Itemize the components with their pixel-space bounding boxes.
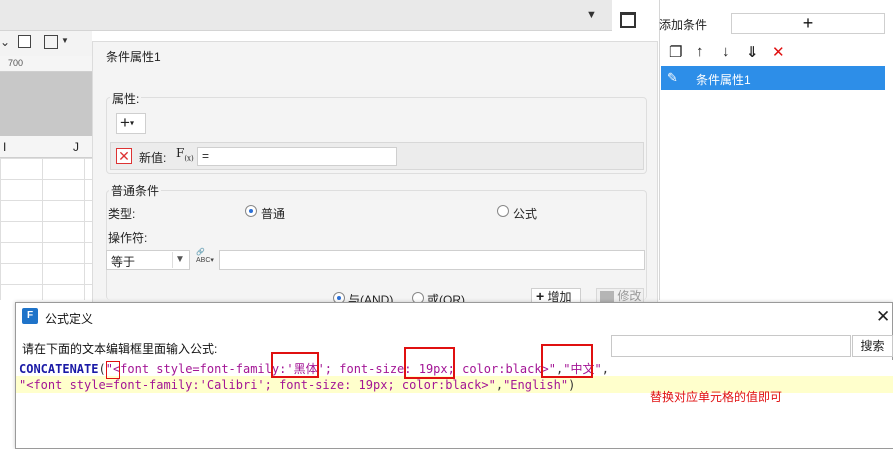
arrow-down-icon[interactable]: ↓ bbox=[722, 43, 730, 60]
border-icon[interactable] bbox=[44, 35, 58, 49]
condition-item-label: 条件属性1 bbox=[696, 73, 751, 87]
formula-line-2[interactable]: "<font style=font-family:'Calibri'; font… bbox=[19, 377, 575, 393]
add-condition-button[interactable]: + bbox=[731, 13, 885, 34]
highlight-box-paren bbox=[106, 361, 120, 379]
dialog-prompt: 请在下面的文本编辑框里面输入公式: bbox=[22, 342, 218, 356]
add-attribute-button[interactable]: +▾ bbox=[116, 113, 146, 134]
panel-toolbar bbox=[612, 0, 660, 40]
panel-title: 条件属性1 bbox=[106, 50, 161, 64]
modify-button-label: 修改 bbox=[617, 289, 642, 303]
text-value: "English" bbox=[503, 378, 569, 392]
new-value-label: 新值: bbox=[139, 151, 167, 165]
operator-select[interactable]: 等于 ▼ bbox=[106, 250, 190, 270]
column-header: I J bbox=[0, 136, 92, 158]
annotation-note: 替换对应单元格的值即可 bbox=[650, 390, 783, 404]
open-paren: ( bbox=[98, 362, 106, 376]
editor-top-bar bbox=[0, 0, 612, 31]
highlight-box-font-size bbox=[404, 347, 455, 379]
dialog-title-bar bbox=[16, 303, 892, 330]
string-token: "<font style=font-family: bbox=[105, 362, 287, 376]
report-header-band bbox=[0, 72, 92, 136]
app-logo-icon: F bbox=[22, 308, 38, 324]
search-button[interactable]: 搜索 bbox=[852, 335, 893, 357]
collapse-icon[interactable]: ▼ bbox=[586, 9, 597, 21]
common-condition-group bbox=[106, 190, 647, 300]
editor-toolbar: ⌄ ▼ bbox=[0, 31, 92, 56]
type-normal-label[interactable]: 普通 bbox=[261, 205, 285, 222]
column-header-i[interactable]: I bbox=[3, 140, 6, 154]
ruler: 700 bbox=[0, 56, 92, 72]
type-formula-radio[interactable] bbox=[497, 205, 509, 217]
string-token: "<font style=font-family:'Calibri'; font… bbox=[19, 378, 496, 392]
condition-toolbar: ❐ ↑ ↓ ⇓ ✕ bbox=[661, 41, 885, 65]
layout-icon[interactable] bbox=[620, 12, 636, 28]
chevron-down-icon: ▾ bbox=[129, 118, 134, 128]
condition-list-item[interactable]: ✎ 条件属性1 bbox=[661, 66, 885, 90]
comma: , bbox=[601, 362, 609, 376]
pencil-icon: ✎ bbox=[667, 70, 678, 85]
arrow-up-icon[interactable]: ↑ bbox=[696, 43, 704, 60]
new-value-input[interactable]: = bbox=[197, 147, 397, 166]
string-token: ; color:black>" bbox=[447, 362, 557, 376]
value-type-icon[interactable]: 🔗 ABC▾ bbox=[196, 249, 216, 265]
operator-label: 操作符: bbox=[108, 231, 148, 245]
comma: , bbox=[495, 378, 504, 392]
close-icon[interactable]: ✕ bbox=[876, 307, 890, 327]
move-bottom-icon[interactable]: ⇓ bbox=[746, 43, 759, 61]
type-label: 类型: bbox=[108, 207, 136, 221]
operator-value: 等于 bbox=[111, 255, 136, 269]
ruler-label: 700 bbox=[8, 58, 24, 68]
chevron-down-icon[interactable]: ▼ bbox=[172, 252, 187, 268]
save-icon[interactable] bbox=[18, 35, 31, 48]
attribute-group-label: 属性: bbox=[110, 90, 142, 107]
highlight-box-font-family bbox=[271, 352, 319, 378]
close-paren: ) bbox=[568, 378, 576, 392]
edit-icon bbox=[600, 291, 614, 303]
formula-icon[interactable]: F(x) bbox=[176, 146, 194, 162]
close-icon[interactable]: ✕ bbox=[116, 148, 132, 164]
copy-icon[interactable]: ❐ bbox=[669, 43, 682, 61]
string-token: ; font-size: bbox=[324, 362, 412, 376]
common-condition-label: 普通条件 bbox=[109, 182, 162, 199]
spreadsheet-grid[interactable] bbox=[0, 158, 92, 300]
highlight-box-text bbox=[541, 344, 593, 378]
arrow-icon[interactable]: ⌄ bbox=[0, 35, 10, 49]
column-header-j[interactable]: J bbox=[73, 140, 79, 154]
operator-value-input[interactable] bbox=[219, 250, 645, 270]
function-name: CONCATENATE bbox=[19, 362, 99, 376]
add-condition-label: 添加条件 bbox=[659, 18, 708, 32]
chevron-down-icon[interactable]: ▼ bbox=[61, 36, 69, 45]
type-formula-label[interactable]: 公式 bbox=[513, 205, 537, 222]
search-input[interactable] bbox=[611, 335, 851, 357]
type-normal-radio[interactable] bbox=[245, 205, 257, 217]
dialog-title: 公式定义 bbox=[45, 312, 94, 326]
delete-icon[interactable]: ✕ bbox=[772, 43, 785, 61]
